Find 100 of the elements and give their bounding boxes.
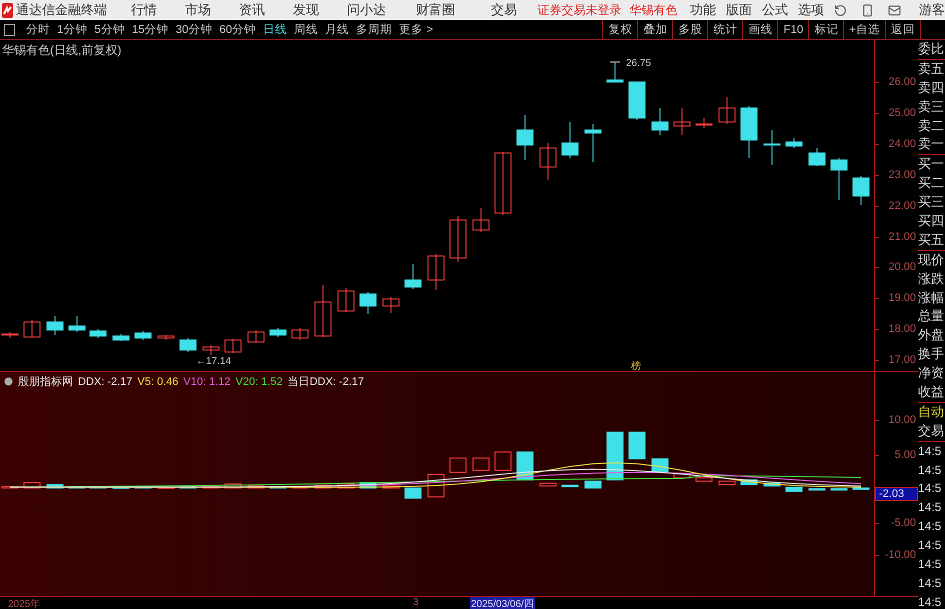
- period-tab[interactable]: 15分钟: [132, 22, 169, 37]
- toolbar-button[interactable]: 返回: [885, 20, 920, 39]
- refresh-icon[interactable]: [834, 4, 848, 16]
- ddx-bar: [428, 474, 444, 498]
- quote-field-label: 收益: [918, 383, 945, 402]
- phone-icon[interactable]: [861, 4, 874, 16]
- ddx-bar: [46, 484, 64, 488]
- quote-field-label: 买四: [918, 212, 945, 230]
- candlestick: [808, 148, 826, 166]
- period-tab[interactable]: 更多 >: [399, 22, 434, 37]
- period-tab[interactable]: 1分钟: [57, 22, 88, 37]
- ddx-bar: [584, 480, 602, 488]
- candlestick: [90, 328, 106, 338]
- candlestick: [338, 288, 354, 312]
- current-value-label: -2.03: [875, 487, 918, 501]
- period-tab[interactable]: 周线: [294, 22, 318, 37]
- toolbar-button[interactable]: 叠加: [637, 20, 672, 39]
- toolbar-button[interactable]: 统计: [707, 20, 742, 39]
- user-label[interactable]: 游客: [919, 1, 945, 19]
- period-tab[interactable]: 多周期: [356, 22, 392, 37]
- trade-time: 14:5: [918, 499, 942, 516]
- quote-field-label: 总量: [918, 307, 945, 326]
- ddx-bar: [786, 486, 802, 492]
- price-axis-label: 18.00: [888, 323, 916, 336]
- toolbar-button[interactable]: +自选: [843, 20, 885, 39]
- menu-item[interactable]: 资讯: [239, 1, 265, 19]
- ddx-bar: [404, 488, 422, 499]
- ddx-bar: [338, 483, 354, 488]
- period-tab[interactable]: 60分钟: [219, 22, 256, 37]
- candlestick: [46, 316, 64, 336]
- candlestick: [134, 330, 152, 340]
- app-logo-icon: [2, 2, 13, 18]
- price-axis-label: 23.00: [888, 168, 916, 181]
- high-price-label: 26.75: [626, 58, 652, 69]
- candlestick: [270, 328, 286, 338]
- trade-time: 14:5: [918, 480, 942, 498]
- toolbar-button[interactable]: 复权: [602, 20, 638, 39]
- toolbar-button[interactable]: F10: [777, 20, 808, 39]
- quote-field-label: 外盘: [918, 326, 945, 344]
- quote-field-label: 卖二: [918, 116, 945, 135]
- quote-field-label: 现价: [918, 250, 945, 269]
- candlestick: [450, 216, 466, 262]
- indicator-value: V10: 1.12: [183, 376, 230, 388]
- menu-item[interactable]: 行情: [131, 1, 157, 19]
- menu-item[interactable]: 版面: [726, 1, 752, 19]
- period-tab[interactable]: 日线: [263, 22, 288, 37]
- menu-item[interactable]: 问小达: [347, 1, 386, 19]
- trade-time: 14:5: [918, 594, 942, 609]
- date-axis-label: 3: [413, 597, 419, 608]
- trade-time: 14:5: [918, 462, 942, 479]
- mail-icon[interactable]: [888, 4, 902, 16]
- period-tab[interactable]: 月线: [325, 22, 350, 37]
- event-marker[interactable]: 榜: [631, 359, 641, 373]
- menu-item[interactable]: 发现: [293, 1, 319, 19]
- period-tab[interactable]: 分时: [26, 22, 50, 37]
- candlestick: [696, 118, 712, 128]
- app-title: 通达信金融终端: [16, 1, 107, 19]
- indicator-axis-label: 5.00: [894, 449, 916, 461]
- quote-field-label: 卖五: [918, 60, 945, 78]
- trade-label: 自动: [918, 402, 945, 421]
- date-axis-label: 2025年: [8, 598, 40, 609]
- toolbar-button[interactable]: 标记: [808, 20, 844, 39]
- candlestick: [718, 96, 736, 124]
- period-tab[interactable]: 30分钟: [176, 22, 212, 37]
- low-price-label: ←17.14: [196, 356, 232, 367]
- quote-field-label: 买二: [918, 174, 945, 192]
- period-tab[interactable]: 5分钟: [94, 22, 125, 37]
- trade-time: 14:5: [918, 442, 942, 460]
- toolbar-button[interactable]: 画线: [742, 20, 778, 39]
- trade-time: 14:5: [918, 537, 942, 554]
- ddx-bar: [606, 432, 624, 480]
- menu-item[interactable]: 财富圈: [416, 1, 455, 19]
- quote-field-label: 买一: [918, 155, 945, 174]
- indicator-settings-icon[interactable]: [4, 377, 13, 386]
- candlestick: [584, 124, 602, 162]
- candlestick: [158, 334, 174, 340]
- candlestick: [404, 264, 422, 290]
- candlestick: [652, 108, 668, 136]
- status-text: 证券交易未登录: [538, 2, 622, 18]
- menu-item[interactable]: 交易: [491, 1, 517, 19]
- menu-item[interactable]: 功能: [690, 1, 716, 19]
- quote-field-label: 买三: [918, 193, 945, 212]
- candlestick: [852, 176, 870, 206]
- candlestick: [68, 316, 86, 332]
- ddx-bar: [24, 482, 40, 488]
- menu-item[interactable]: 选项: [798, 1, 824, 19]
- menu-item[interactable]: 公式: [762, 1, 788, 19]
- quote-field-label: 换手: [918, 345, 945, 364]
- ddx-bar: [472, 458, 490, 471]
- toolbar-button[interactable]: 多股: [672, 20, 708, 39]
- candlestick: [674, 108, 690, 136]
- cursor-date-label: 2025/03/06/四: [470, 597, 535, 609]
- candlestick: [360, 292, 376, 314]
- quote-field-label: 净资: [918, 364, 945, 382]
- quote-field-label: 委比: [918, 40, 945, 58]
- ddx-bar: [696, 477, 712, 482]
- ddx-bar: [740, 479, 758, 486]
- panel-toggle-icon[interactable]: [4, 24, 15, 36]
- candlestick: [180, 338, 196, 352]
- menu-item[interactable]: 市场: [185, 1, 211, 19]
